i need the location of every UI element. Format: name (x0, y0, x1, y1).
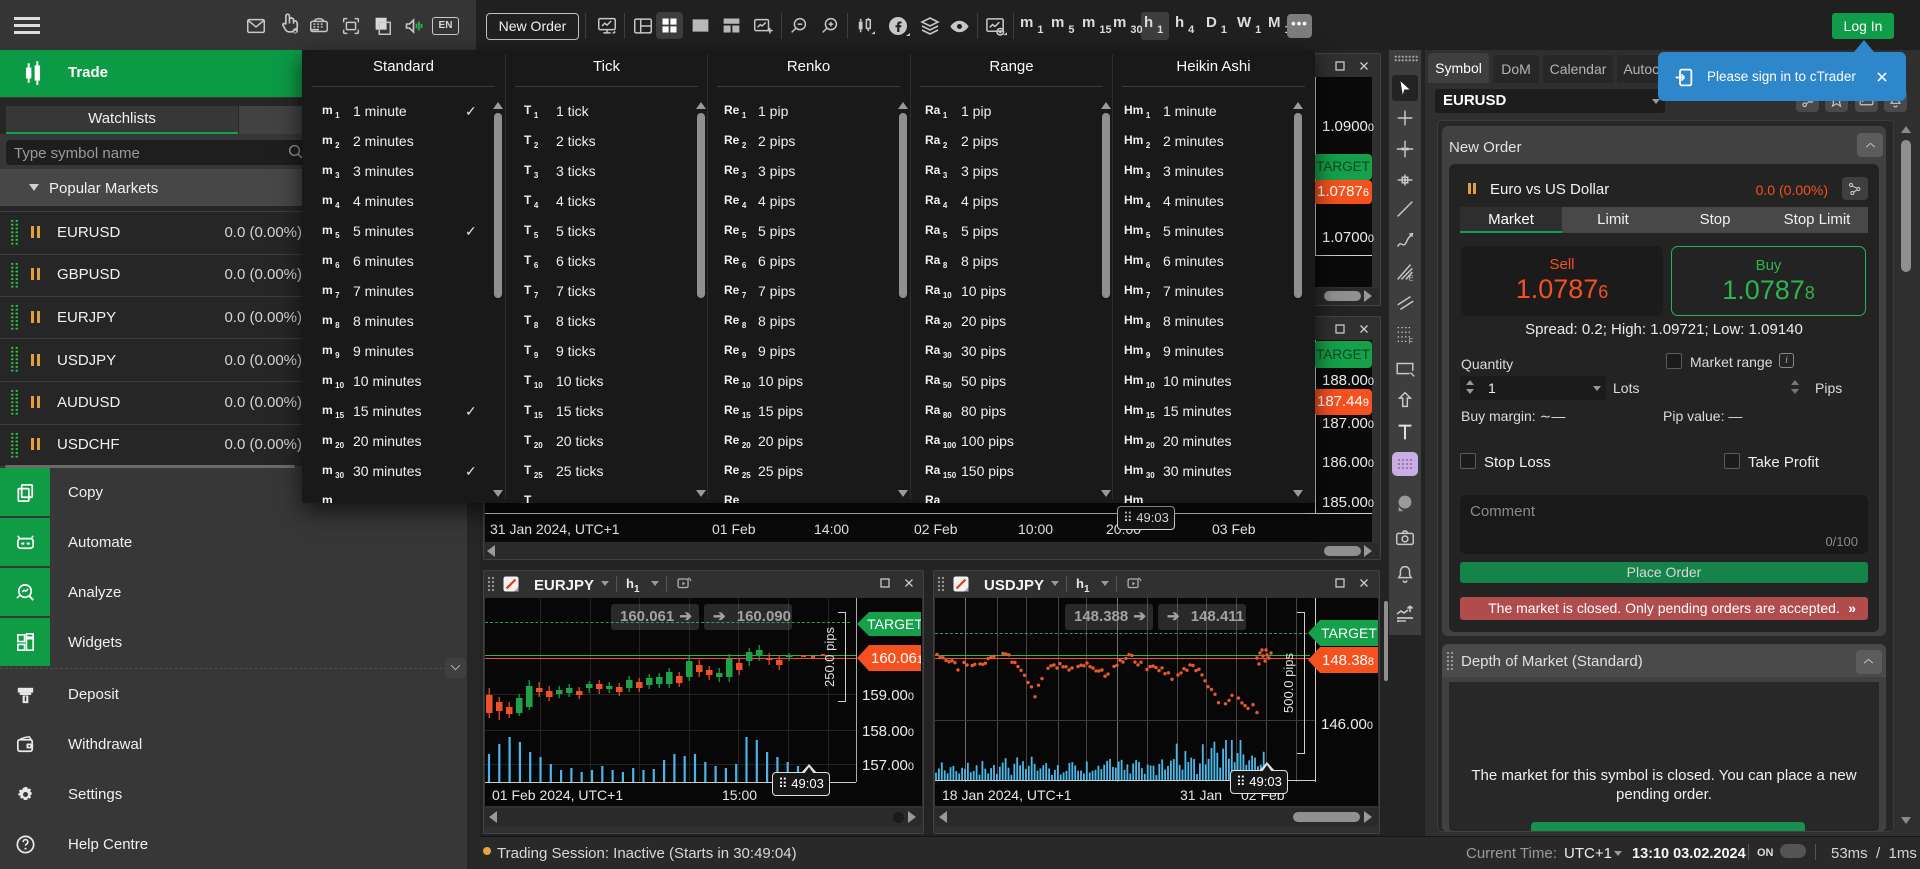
svg-text:160.061: 160.061 (871, 650, 921, 667)
svg-text:F: F (1409, 336, 1414, 345)
svg-text:148.388: 148.388 (1322, 652, 1374, 669)
svg-text:E: E (1409, 273, 1414, 282)
svg-text:TARGET: TARGET (867, 616, 921, 632)
svg-text:TARGET: TARGET (1321, 625, 1377, 641)
